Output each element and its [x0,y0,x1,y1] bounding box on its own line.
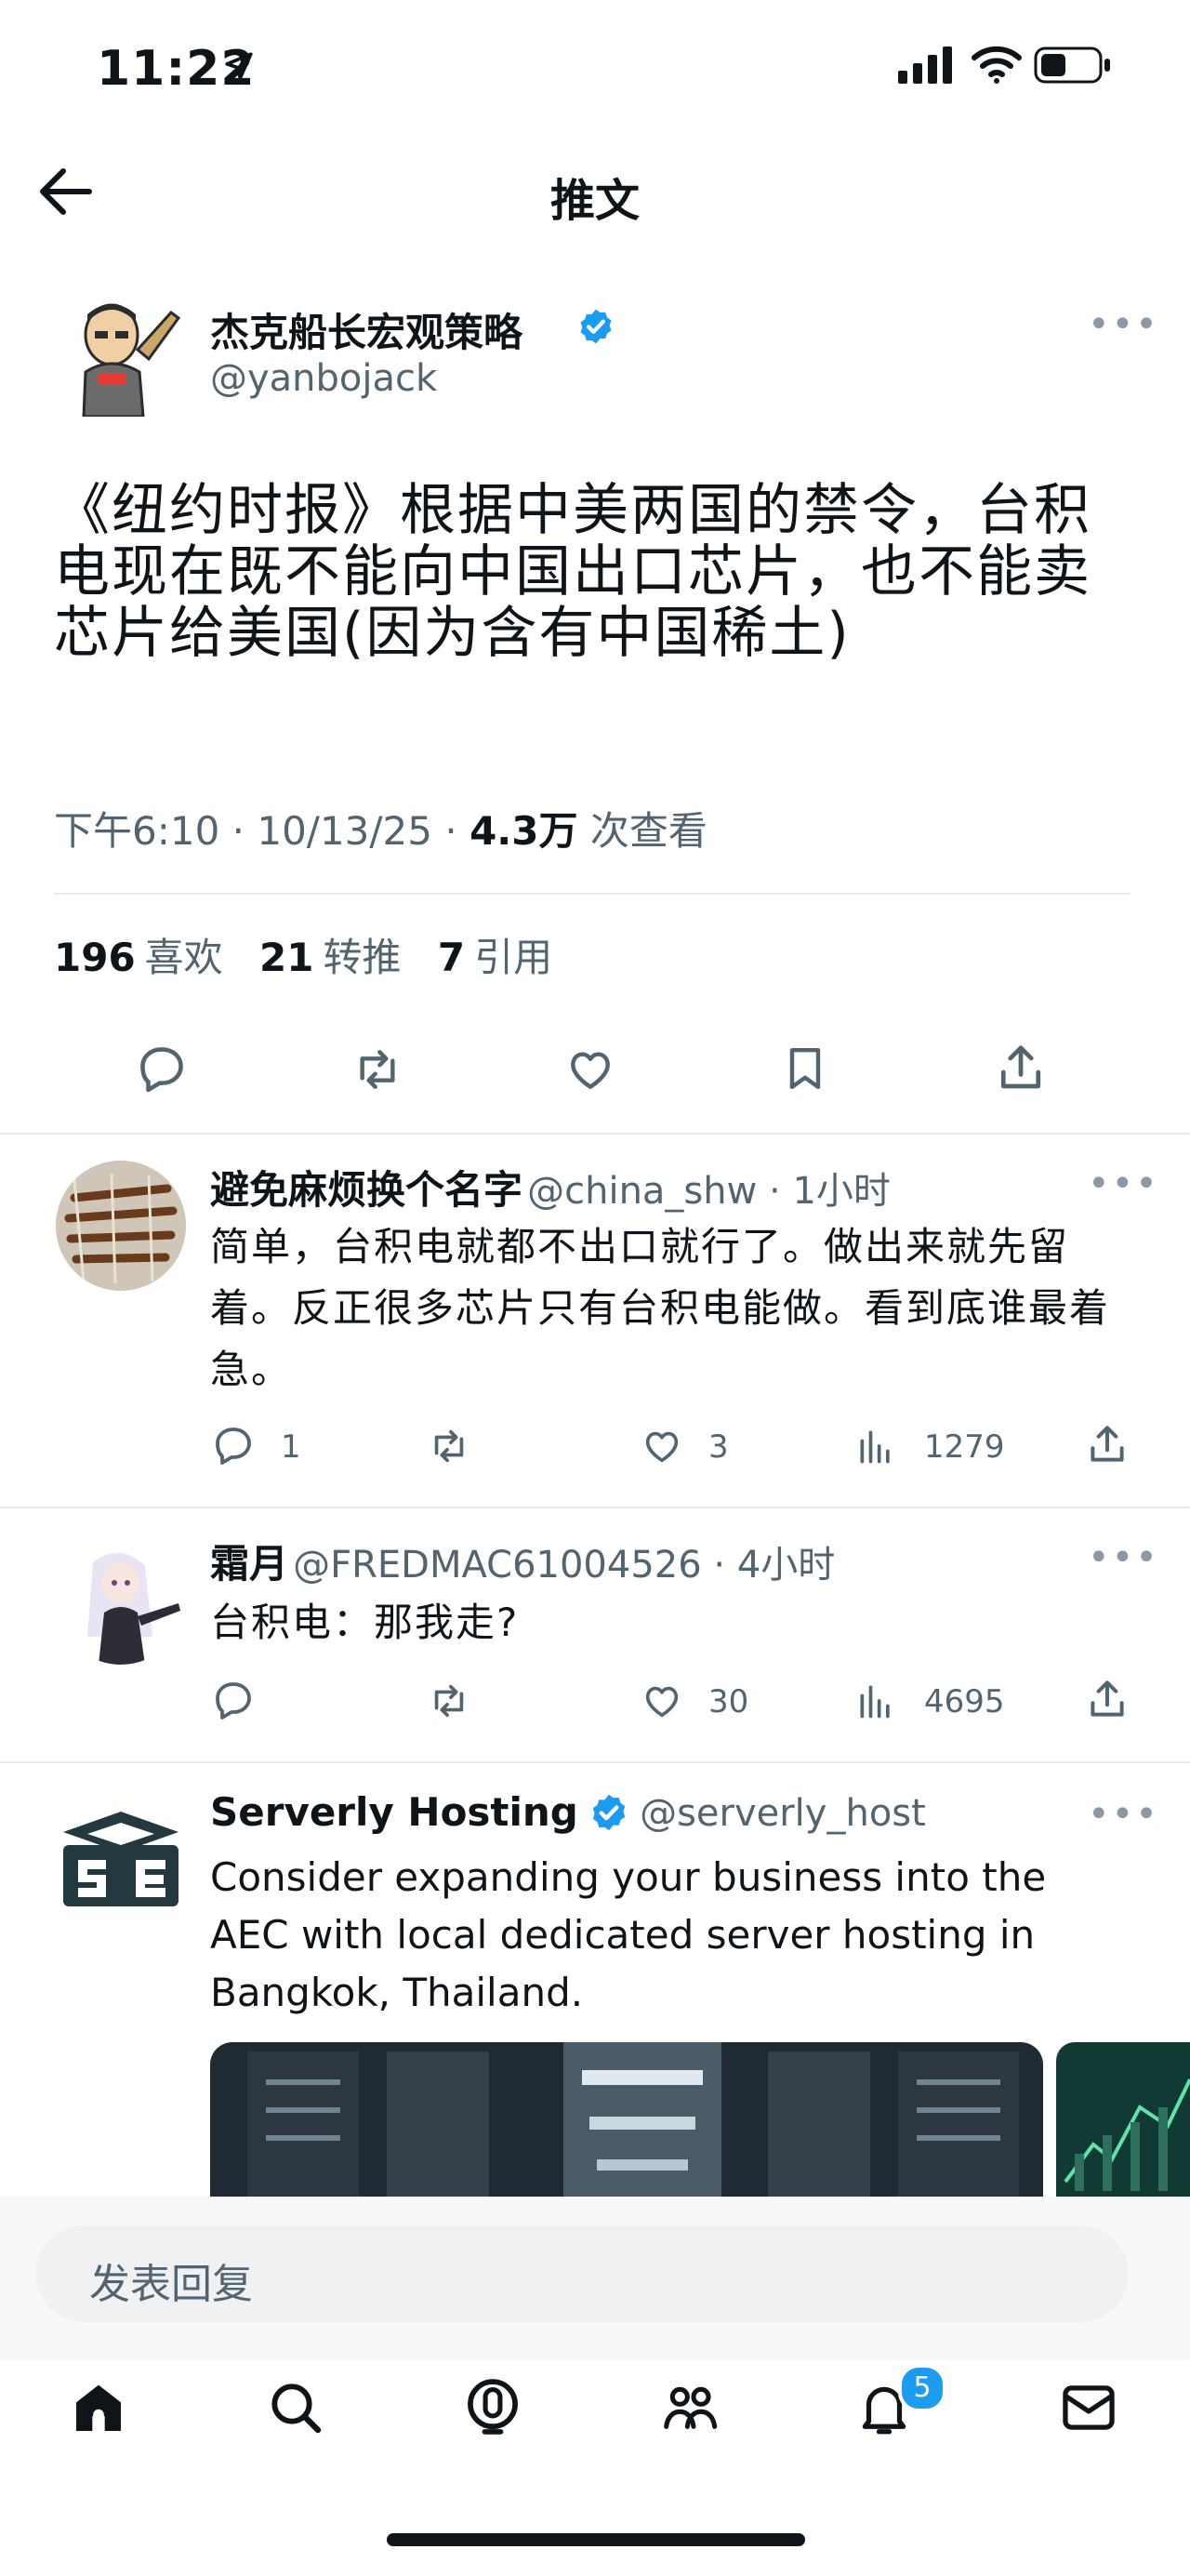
view-count: 4695 [924,1683,1005,1720]
like-count: 3 [708,1428,729,1466]
more-icon[interactable]: ••• [1088,1793,1159,1836]
reply-avatar[interactable] [56,1161,186,1291]
bookmark-icon [789,1047,821,1090]
signal-icon [898,46,956,84]
search-icon [271,2383,322,2434]
share-icon [1000,1045,1041,1089]
tweet-meta: 下午6:10 · 10/13/25 · 4.3万 次查看 [54,800,707,856]
retweet-button[interactable] [424,1425,474,1467]
like-icon [571,1052,610,1089]
tab-home[interactable] [67,2379,130,2438]
retweet-icon [360,1050,395,1089]
like-button[interactable] [638,1425,686,1467]
verified-badge-icon [576,307,615,346]
reply-icon [216,1427,251,1465]
page-title: 推文 [549,175,640,227]
quotes-stat[interactable]: 7 引用 [438,935,552,980]
views-icon [860,1430,890,1464]
share-button[interactable] [993,1040,1049,1095]
likes-count: 196 [54,935,136,980]
divider [0,1761,1190,1763]
author-name[interactable]: 杰克船长宏观策略 [210,301,522,358]
tab-communities[interactable] [656,2377,723,2437]
spaces-icon [468,2379,518,2435]
bookmark-button[interactable] [779,1040,831,1097]
tweet-text: 《纽约时报》根据中美两国的禁令，台积电现在既不能向中国出口芯片，也不能卖芯片给美… [54,478,1091,666]
quotes-count: 7 [437,935,466,980]
like-count: 30 [708,1683,749,1720]
reply-avatar[interactable] [56,1534,186,1665]
reply-header: 霜月 @FREDMAC61004526 · 4小时 [210,1533,835,1589]
reply-author-name[interactable]: 霜月 [210,1541,288,1587]
tab-spaces[interactable] [461,2373,524,2440]
ad-handle: @serverly_host [640,1792,926,1835]
reply-text: 简单，台积电就都不出口就行了。做出来就先留着。反正很多芯片只有台积电能做。看到底… [210,1224,1111,1392]
divider [54,893,1130,895]
reply-header: 避免麻烦换个名字 @china_shw · 1小时 [210,1159,891,1215]
tweet-stats: 196 喜欢 21 转推 7 引用 [54,926,552,983]
messages-icon [1063,2385,1115,2430]
reply-count: 1 [281,1428,301,1466]
views-icon [860,1685,890,1719]
ad-logo[interactable] [58,1808,184,1910]
views-button[interactable] [855,1425,896,1467]
author-handle[interactable]: @yanbojack [210,357,437,400]
quotes-label: 引用 [474,935,553,980]
retweets-count: 21 [259,935,314,980]
like-button[interactable] [638,1680,686,1722]
retweets-label: 转推 [323,935,402,980]
retweet-button[interactable] [424,1680,474,1722]
reply-icon [216,1682,251,1720]
battery-icon [1034,46,1112,84]
views-count: 4.3万 [469,808,578,854]
more-icon[interactable]: ••• [1088,1162,1159,1205]
ad-text: Consider expanding your business into th… [210,1854,1047,2015]
ad-image-2[interactable] [1056,2042,1190,2200]
reply-handle-time: @FREDMAC61004526 · 4小时 [293,1544,836,1587]
share-icon [1091,1680,1124,1717]
view-count: 1279 [924,1428,1005,1466]
divider [0,1133,1190,1135]
views-label: 次查看 [577,808,707,854]
home-icon [76,2384,121,2431]
share-button[interactable] [1084,1421,1130,1467]
more-icon[interactable]: ••• [1088,1536,1159,1579]
retweet-button[interactable] [348,1043,407,1095]
divider [0,1507,1190,1508]
reply-reply-button[interactable] [210,1678,257,1722]
ad-header: Serverly Hosting @serverly_host [210,1789,926,1835]
tab-search[interactable] [266,2377,325,2438]
retweets-stat[interactable]: 21 转推 [259,935,425,980]
retweet-icon [434,1684,464,1718]
wifi-icon [971,45,1023,84]
more-icon[interactable]: ••• [1088,303,1159,346]
ad-image[interactable] [210,2042,1043,2200]
likes-label: 喜欢 [144,935,223,980]
reply-reply-button[interactable] [210,1423,257,1467]
likes-stat[interactable]: 196 喜欢 [54,935,247,980]
tab-messages[interactable] [1058,2381,1119,2435]
reply-author-name[interactable]: 避免麻烦换个名字 [210,1167,522,1213]
reply-input-placeholder: 发表回复 [89,2261,253,2308]
ad-author-name[interactable]: Serverly Hosting [210,1789,578,1835]
like-icon [645,1686,679,1718]
tweet-time: 下午6:10 · 10/13/25 · [54,808,470,854]
notifications-badge: 5 [898,2364,946,2412]
communities-icon [664,2386,718,2429]
share-icon [1091,1426,1124,1462]
views-button[interactable] [855,1680,896,1722]
reply-button[interactable] [134,1042,190,1095]
verified-badge-icon [592,1794,626,1831]
like-button[interactable] [562,1043,619,1095]
reply-handle-time: @china_shw · 1小时 [527,1170,891,1213]
like-icon [645,1431,679,1463]
retweet-icon [434,1429,464,1463]
home-indicator [387,2533,805,2546]
author-avatar[interactable] [71,294,182,417]
reply-text: 台积电：那我走? [210,1600,520,1645]
share-button[interactable] [1084,1676,1130,1722]
location-arrow-icon [223,50,255,82]
reply-icon [140,1047,183,1093]
